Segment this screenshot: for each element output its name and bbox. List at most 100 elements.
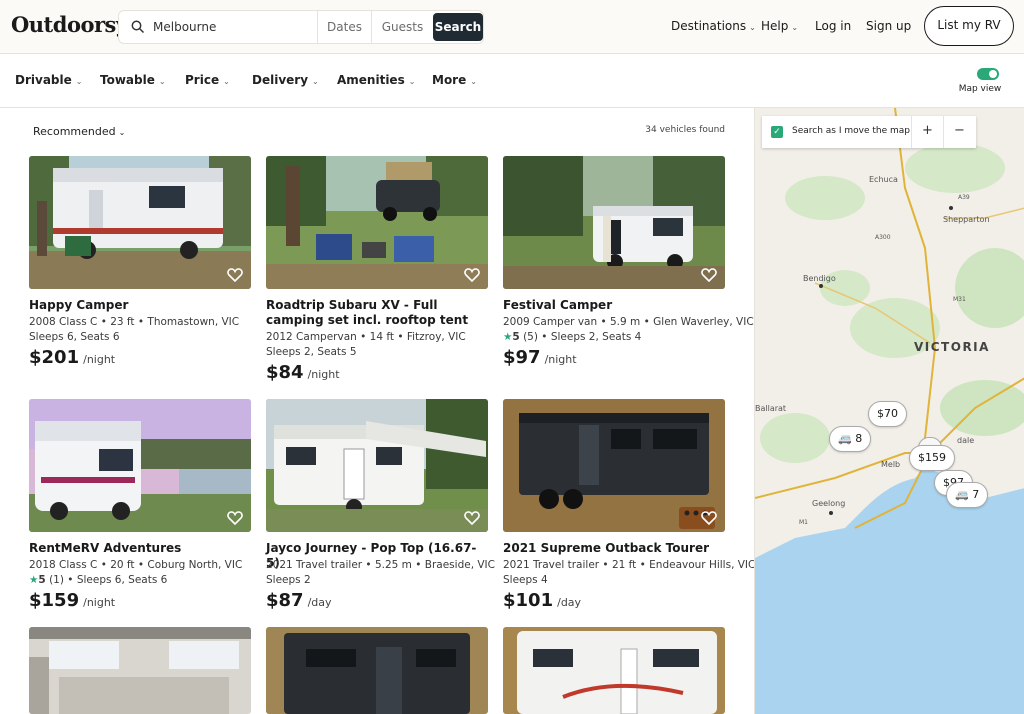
favorite-heart-icon[interactable] (701, 510, 717, 526)
search-bar: Dates Guests Search (118, 10, 484, 44)
listing-capacity: Sleeps 2 (266, 574, 311, 586)
favorite-heart-icon[interactable] (464, 510, 480, 526)
price-amount: $87 (266, 590, 304, 611)
campervan-icon: 🚐 (838, 432, 852, 445)
chevron-down-icon: ⌄ (470, 77, 477, 86)
chevron-down-icon: ⌄ (75, 77, 83, 86)
search-as-move-label[interactable]: Search as I move the map (792, 126, 910, 136)
listing-details: 2021 Travel trailer • 5.25 m • Braeside,… (266, 559, 495, 571)
listing-card[interactable]: Festival Camper 2009 Camper van • 5.9 m … (503, 156, 754, 376)
map-controls: ✓ Search as I move the map + − (762, 116, 976, 148)
listing-photo-image (266, 156, 488, 289)
road-label: A300 (875, 234, 891, 241)
star-icon: ★ (29, 574, 39, 586)
listing-price: $201/night (29, 347, 115, 368)
listing-photo[interactable] (503, 399, 725, 532)
map-cluster-pin[interactable]: 🚐 7 (946, 482, 989, 508)
filter-label: More (432, 73, 467, 87)
search-button[interactable]: Search (433, 13, 483, 41)
listing-photo[interactable] (29, 399, 251, 532)
star-icon: ★ (503, 331, 513, 343)
signup-link[interactable]: Sign up (866, 19, 911, 33)
list-my-rv-button[interactable]: List my RV (924, 6, 1014, 46)
favorite-heart-icon[interactable] (464, 267, 480, 283)
listing-photo-image (503, 156, 725, 289)
listing-photo[interactable] (266, 627, 488, 714)
listing-card[interactable]: RentMeRV Adventures 2018 Class C • 20 ft… (29, 399, 251, 619)
listing-rating-capacity: ★5 (1) • Sleeps 6, Seats 6 (29, 574, 167, 586)
map-view-toggle[interactable] (977, 68, 999, 80)
listing-card[interactable] (266, 627, 488, 714)
location-search-input[interactable] (153, 11, 313, 43)
review-count: (5) (523, 331, 538, 343)
listing-photo[interactable] (266, 156, 488, 289)
listing-photo[interactable] (29, 156, 251, 289)
price-amount: $84 (266, 362, 304, 383)
road-label: M1 (799, 519, 808, 526)
listing-capacity: Sleeps 4 (503, 574, 548, 586)
favorite-heart-icon[interactable] (227, 510, 243, 526)
zoom-out-button[interactable]: − (943, 116, 975, 148)
outdoorsy-logo[interactable]: Outdoorsy (11, 12, 128, 37)
filter-label: Drivable (15, 73, 72, 87)
map-place-label: Melb (881, 460, 901, 469)
listing-photo[interactable] (503, 627, 725, 714)
listing-photo[interactable] (503, 156, 725, 289)
price-unit: /night (544, 353, 577, 366)
review-count: (1) (49, 574, 64, 586)
listing-photo-image (29, 399, 251, 532)
filter-towable[interactable]: Towable ⌄ (100, 73, 166, 87)
nav-help[interactable]: Help ⌄ (761, 19, 798, 33)
listing-title[interactable]: Festival Camper (503, 298, 725, 313)
listing-card[interactable] (503, 627, 725, 714)
favorite-heart-icon[interactable] (227, 267, 243, 283)
map-place-label: Geelong (812, 499, 846, 508)
filter-delivery[interactable]: Delivery ⌄ (252, 73, 319, 87)
login-link[interactable]: Log in (815, 19, 851, 33)
map-place-label: dale (957, 436, 975, 445)
dates-field[interactable]: Dates (317, 11, 371, 43)
filter-amenities[interactable]: Amenities ⌄ (337, 73, 415, 87)
listing-capacity: • Sleeps 2, Seats 4 (537, 331, 642, 343)
map-price-pin[interactable]: $159 (909, 445, 955, 471)
listing-title[interactable]: RentMeRV Adventures (29, 541, 251, 556)
filter-bar: Drivable ⌄ Towable ⌄ Price ⌄ Delivery ⌄ Amen… (0, 54, 1024, 108)
search-icon (131, 20, 145, 34)
listing-photo-image (29, 627, 251, 714)
nav-destinations[interactable]: Destinations ⌄ (671, 19, 756, 33)
listing-title[interactable]: Happy Camper (29, 298, 251, 313)
chevron-down-icon: ⌄ (312, 77, 319, 86)
listing-card[interactable] (29, 627, 251, 714)
listing-card[interactable]: Happy Camper 2008 Class C • 23 ft • Thom… (29, 156, 251, 376)
listing-photo[interactable] (266, 399, 488, 532)
nav-destinations-label: Destinations (671, 19, 747, 33)
listing-title[interactable]: 2021 Supreme Outback Tourer (503, 541, 725, 556)
filter-price[interactable]: Price ⌄ (185, 73, 230, 87)
listing-capacity: Sleeps 2, Seats 5 (266, 346, 357, 358)
filter-drivable[interactable]: Drivable ⌄ (15, 73, 82, 87)
listing-price: $101/day (503, 590, 581, 611)
sort-dropdown[interactable]: Recommended ⌄ (33, 125, 125, 138)
listing-photo[interactable] (29, 627, 251, 714)
listing-price: $159/night (29, 590, 115, 611)
map-price-pin[interactable]: $70 (868, 401, 907, 427)
listing-card[interactable]: 2021 Supreme Outback Tourer 2021 Travel … (503, 399, 755, 619)
listing-capacity: Sleeps 6, Seats 6 (29, 331, 120, 343)
listing-photo-image (266, 627, 488, 714)
zoom-in-button[interactable]: + (911, 116, 943, 148)
listing-card[interactable]: Jayco Journey - Pop Top (16.67-5) 2021 T… (266, 399, 495, 619)
listing-card[interactable]: Roadtrip Subaru XV - Full camping set in… (266, 156, 488, 386)
road-label: A39 (958, 194, 970, 201)
guests-field[interactable]: Guests (371, 11, 433, 43)
listing-photo-image (29, 156, 251, 289)
rating-value: 5 (38, 574, 46, 586)
listing-title[interactable]: Roadtrip Subaru XV - Full camping set in… (266, 298, 488, 328)
map-state-label: VICTORIA (914, 340, 990, 354)
chevron-down-icon: ⌄ (223, 77, 230, 86)
favorite-heart-icon[interactable] (701, 267, 717, 283)
checkbox-checked-icon[interactable]: ✓ (771, 126, 783, 138)
filter-more[interactable]: More ⌄ (432, 73, 477, 87)
price-amount: $201 (29, 347, 80, 368)
map-place-label: Bendigo (803, 274, 836, 283)
map-cluster-pin[interactable]: 🚐 8 (829, 426, 872, 452)
